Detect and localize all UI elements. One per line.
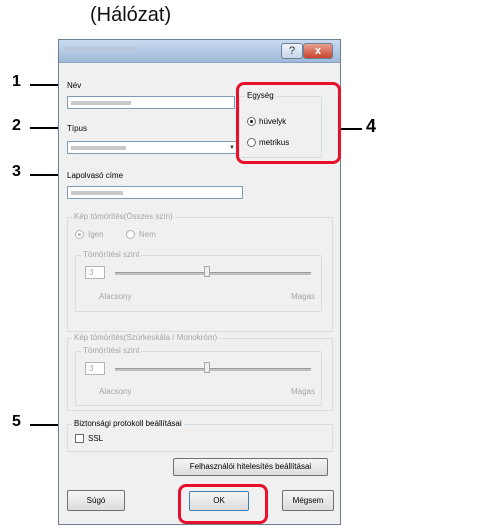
compression-no-radio[interactable] [126, 230, 135, 239]
callout-4-line [340, 128, 362, 130]
color-low-label: Alacsony [99, 292, 132, 301]
security-group [67, 424, 333, 452]
unit-highlight-box [236, 82, 341, 164]
gray-level-slider-thumb[interactable] [204, 362, 210, 373]
name-label: Név [67, 81, 82, 90]
gray-high-label: Magas [291, 387, 316, 396]
scanner-address-label: Lapolvasó címe [67, 171, 124, 180]
gray-level-slider-track[interactable] [115, 368, 311, 371]
cancel-button[interactable]: Mégsem [282, 490, 334, 511]
callout-3: 3 [12, 163, 21, 180]
ok-highlight-box [178, 484, 268, 524]
type-select[interactable]: ▼ [67, 141, 237, 154]
color-high-label: Magas [291, 292, 316, 301]
scanner-address-input[interactable] [67, 186, 243, 199]
page-caption: (Hálózat) [90, 4, 172, 26]
gray-level-label: Tömörítési szint [81, 346, 142, 355]
gray-level-value[interactable]: 3 [85, 362, 105, 375]
callout-5: 5 [12, 413, 21, 430]
ssl-checkbox[interactable] [75, 434, 84, 443]
compression-yes-radio[interactable] [75, 230, 84, 239]
color-level-value[interactable]: 3 [85, 266, 105, 279]
color-level-slider-thumb[interactable] [204, 266, 210, 277]
chevron-down-icon: ▼ [229, 145, 235, 151]
compression-yes-label: Igen [88, 230, 104, 239]
help-button[interactable]: Súgó [67, 490, 125, 511]
gray-level-group [75, 351, 322, 406]
dialog-title-redacted [65, 47, 135, 53]
scanner-address-redacted [71, 191, 123, 195]
compression-no-label: Nem [139, 230, 156, 239]
name-value-redacted [71, 101, 131, 105]
title-close-button[interactable]: x [303, 43, 333, 59]
color-level-slider-track[interactable] [115, 272, 311, 275]
auth-settings-button[interactable]: Felhasználói hitelesítés beállításai [173, 458, 328, 476]
compression-gray-label: Kép tömörítés(Szürkeskála / Monokróm) [72, 333, 220, 342]
callout-1: 1 [12, 73, 21, 90]
callout-2: 2 [12, 117, 21, 134]
security-group-label: Biztonsági protokoll beállításai [72, 419, 184, 428]
callout-4: 4 [366, 116, 377, 136]
type-label: Típus [67, 124, 88, 133]
color-level-label: Tömörítési szint [81, 250, 142, 259]
gray-low-label: Alacsony [99, 387, 132, 396]
dialog-titlebar: ? x [59, 40, 340, 63]
type-value-redacted [71, 146, 126, 150]
color-level-group [75, 255, 322, 312]
title-help-button[interactable]: ? [281, 43, 303, 59]
ssl-label: SSL [88, 434, 104, 443]
compression-color-label: Kép tömörítés(Összes szín) [72, 212, 175, 221]
name-input[interactable] [67, 96, 235, 109]
